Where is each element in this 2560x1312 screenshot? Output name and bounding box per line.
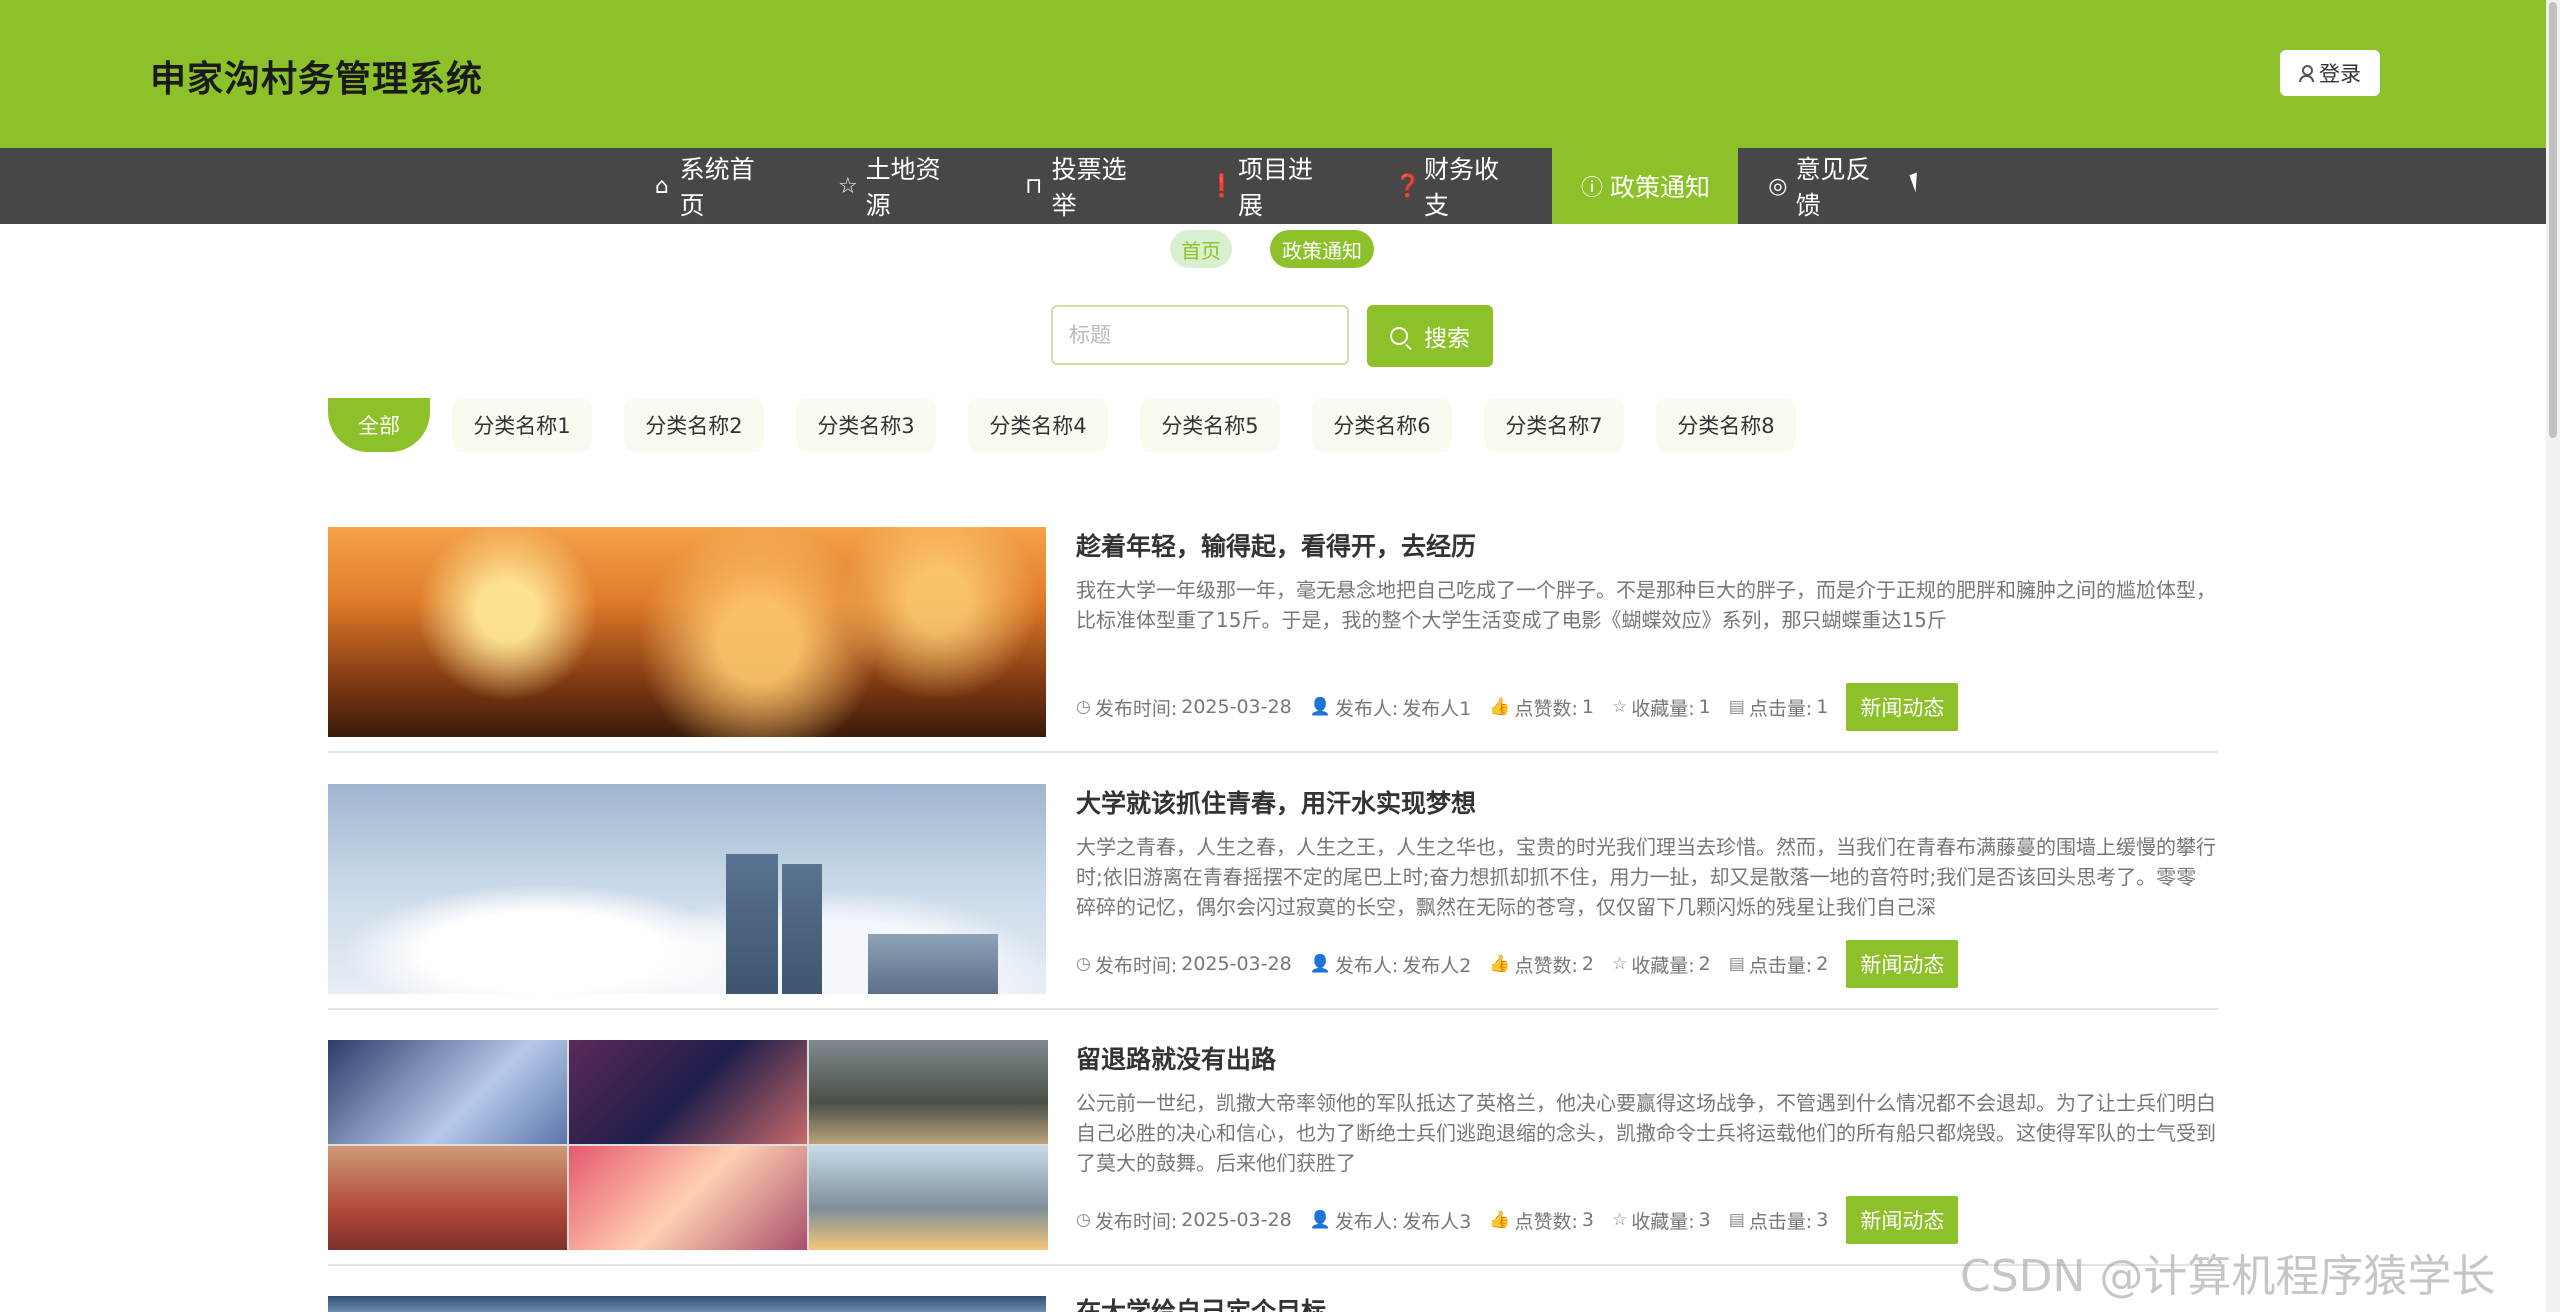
- info-icon: ⓘ: [1580, 176, 1603, 201]
- news-title[interactable]: 留退路就没有出路: [1076, 1040, 1276, 1076]
- category-tab-3[interactable]: 分类名称3: [796, 398, 936, 452]
- search-button[interactable]: 搜索: [1367, 305, 1493, 367]
- news-summary: 我在大学一年级那一年，毫无悬念地把自己吃成了一个胖子。不是那种巨大的胖子，而是介…: [1076, 578, 2216, 632]
- nav-item-home[interactable]: ⌂ 系统首页: [650, 148, 778, 224]
- nav-item-project[interactable]: ❗ 项目进展: [1208, 148, 1336, 224]
- category-tab-6[interactable]: 分类名称6: [1312, 398, 1452, 452]
- category-tab-2[interactable]: 分类名称2: [624, 398, 764, 452]
- category-tab-4[interactable]: 分类名称4: [968, 398, 1108, 452]
- clock-icon: ◷: [1076, 954, 1091, 974]
- news-item[interactable]: 在大学给自己定个目标: [328, 1296, 2218, 1312]
- news-item[interactable]: 大学就该抓住青春，用汗水实现梦想 大学之青春，人生之春，人生之王，人生之华也，宝…: [328, 784, 2218, 1040]
- divider: [328, 1264, 2218, 1266]
- scrollbar-thumb[interactable]: [2549, 2, 2557, 438]
- clock-icon: ◷: [1076, 697, 1091, 717]
- user-icon: [2299, 65, 2314, 82]
- news-tag-button[interactable]: 新闻动态: [1846, 940, 1959, 988]
- news-thumbnail[interactable]: [328, 784, 1046, 994]
- category-tab-5[interactable]: 分类名称5: [1140, 398, 1280, 452]
- bag-icon: ⊓: [1025, 173, 1043, 199]
- category-tab-8[interactable]: 分类名称8: [1656, 398, 1796, 452]
- search-input[interactable]: [1051, 305, 1349, 365]
- question-icon: ❓: [1394, 173, 1422, 199]
- nav-item-feedback[interactable]: ◎ 意见反馈: [1766, 148, 1894, 224]
- search-icon: [1390, 327, 1408, 345]
- star-icon: ☆: [1612, 954, 1628, 974]
- star-icon: ☆: [1612, 697, 1628, 717]
- news-item[interactable]: 留退路就没有出路 公元前一世纪，凯撒大帝率领他的军队抵达了英格兰，他决心要赢得这…: [328, 1040, 2218, 1296]
- main-nav: ⌂ 系统首页 ☆ 土地资源 ⊓ 投票选举 ❗ 项目进展 ❓ 财务收支 ⓘ 政策通…: [0, 148, 2546, 224]
- news-item[interactable]: 趁着年轻，输得起，看得开，去经历 我在大学一年级那一年，毫无悬念地把自己吃成了一…: [328, 527, 2218, 783]
- star-icon: ☆: [837, 173, 858, 199]
- news-tag-button[interactable]: 新闻动态: [1846, 683, 1959, 731]
- divider: [328, 751, 2218, 753]
- news-meta: ◷ 发布时间: 2025-03-28 👤 发布人: 发布人1 👍 点赞数: 1 ☆ 收藏量: 1…: [1076, 682, 1959, 732]
- user-icon: 👤: [1309, 954, 1331, 974]
- user-icon: 👤: [1309, 697, 1331, 717]
- nav-item-land[interactable]: ☆ 土地资源: [836, 148, 964, 224]
- home-icon: ⌂: [654, 173, 669, 199]
- clock-icon: ◷: [1076, 1210, 1091, 1230]
- scrollbar[interactable]: [2546, 0, 2560, 1312]
- login-label: 登录: [2319, 62, 2361, 86]
- nav-item-finance[interactable]: ❓ 财务收支: [1394, 148, 1522, 224]
- category-tab-all[interactable]: 全部: [328, 398, 430, 452]
- document-icon: ▤: [1728, 697, 1745, 717]
- app-title: 申家沟村务管理系统: [150, 59, 484, 100]
- breadcrumb-home[interactable]: 首页: [1170, 230, 1232, 268]
- category-tab-1[interactable]: 分类名称1: [452, 398, 592, 452]
- thumb-up-icon: 👍: [1489, 697, 1511, 717]
- news-thumbnail[interactable]: [328, 527, 1046, 737]
- document-icon: ▤: [1728, 954, 1745, 974]
- news-meta: ◷ 发布时间: 2025-03-28 👤 发布人: 发布人3 👍 点赞数: 3 ☆ 收藏量: 3…: [1076, 1195, 1959, 1245]
- category-tab-7[interactable]: 分类名称7: [1484, 398, 1624, 452]
- news-meta: ◷ 发布时间: 2025-03-28 👤 发布人: 发布人2 👍 点赞数: 2 ☆ 收藏量: 2…: [1076, 939, 1959, 989]
- news-title[interactable]: 大学就该抓住青春，用汗水实现梦想: [1076, 784, 1476, 820]
- news-thumbnail[interactable]: [328, 1040, 1048, 1250]
- news-title[interactable]: 趁着年轻，输得起，看得开，去经历: [1076, 527, 1476, 563]
- thumb-up-icon: 👍: [1489, 954, 1511, 974]
- news-title[interactable]: 在大学给自己定个目标: [1076, 1296, 1326, 1312]
- nav-item-vote[interactable]: ⊓ 投票选举: [1022, 148, 1150, 224]
- header: 申家沟村务管理系统 登录: [0, 0, 2546, 148]
- document-icon: ▤: [1728, 1210, 1745, 1230]
- news-tag-button[interactable]: 新闻动态: [1846, 1196, 1959, 1244]
- news-summary: 公元前一世纪，凯撒大帝率领他的军队抵达了英格兰，他决心要赢得这场战争，不管遇到什…: [1076, 1091, 2216, 1175]
- alert-icon: ❗: [1208, 173, 1236, 199]
- watermark: CSDN @计算机程序猿学长: [1960, 1251, 2496, 1302]
- breadcrumb-current: 政策通知: [1270, 230, 1374, 268]
- target-icon: ◎: [1768, 173, 1788, 199]
- thumb-up-icon: 👍: [1489, 1210, 1511, 1230]
- nav-item-policy[interactable]: ⓘ 政策通知: [1552, 148, 1738, 224]
- star-icon: ☆: [1612, 1210, 1628, 1230]
- user-icon: 👤: [1309, 1210, 1331, 1230]
- divider: [328, 1008, 2218, 1010]
- login-button[interactable]: 登录: [2280, 50, 2380, 96]
- news-thumbnail[interactable]: [328, 1296, 1046, 1312]
- news-summary: 大学之青春，人生之春，人生之王，人生之华也，宝贵的时光我们理当去珍惜。然而，当我…: [1076, 835, 2216, 919]
